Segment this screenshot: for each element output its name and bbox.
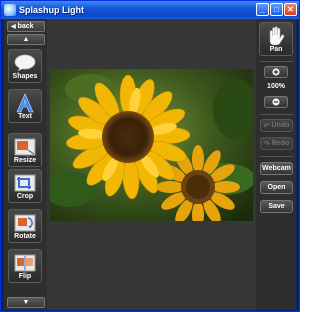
arrow-left-icon: ◀ — [11, 24, 16, 30]
divider — [260, 61, 293, 62]
flip-label: Flip — [18, 273, 32, 280]
flip-tool-button[interactable]: Flip — [8, 249, 42, 283]
tool-sidebar: ◀ back ▲ Shapes Text Resize Crop Rotate … — [4, 19, 47, 310]
divider — [260, 156, 293, 157]
editing-canvas[interactable] — [47, 19, 256, 310]
plus-circle-icon — [272, 68, 280, 76]
divider — [260, 114, 293, 115]
maximize-button[interactable]: □ — [270, 3, 283, 16]
app-client-area: ◀ back ▲ Shapes Text Resize Crop Rotate … — [4, 19, 296, 310]
sunflower-photo[interactable] — [50, 69, 253, 221]
zoom-level: 100% — [267, 83, 285, 90]
redo-button[interactable]: ↷ Redo — [260, 137, 293, 150]
resize-icon — [14, 138, 36, 156]
rotate-icon — [14, 214, 36, 232]
scroll-down-button[interactable]: ▼ — [7, 297, 45, 308]
open-label: Open — [267, 184, 286, 191]
undo-icon: ↶ — [263, 122, 270, 130]
text-tool-button[interactable]: Text — [8, 89, 42, 123]
rotate-tool-button[interactable]: Rotate — [8, 209, 42, 243]
save-button[interactable]: Save — [260, 200, 293, 213]
crop-label: Crop — [16, 193, 34, 200]
back-label: back — [17, 23, 34, 30]
webcam-label: Webcam — [262, 165, 291, 172]
right-panel: Pan 100% ↶ Undo ↷ Redo Webcam Open Save — [256, 19, 296, 310]
resize-label: Resize — [13, 157, 37, 164]
crop-icon — [14, 174, 36, 192]
resize-tool-button[interactable]: Resize — [8, 133, 42, 167]
minimize-button[interactable]: _ — [256, 3, 269, 16]
undo-label: Undo — [271, 122, 290, 129]
back-button[interactable]: ◀ back — [7, 21, 45, 32]
save-label: Save — [268, 203, 285, 210]
close-button[interactable]: ✕ — [284, 3, 297, 16]
arrow-down-icon: ▼ — [22, 299, 30, 306]
open-button[interactable]: Open — [260, 181, 293, 194]
speech-bubble-icon — [14, 54, 36, 72]
app-window: Splashup Light _ □ ✕ ◀ back ▲ Shapes Tex… — [0, 0, 300, 312]
hand-icon — [269, 26, 285, 46]
minus-circle-icon — [272, 98, 280, 106]
arrow-up-icon: ▲ — [22, 36, 30, 43]
zoom-out-button[interactable] — [264, 96, 288, 108]
title-bar[interactable]: Splashup Light _ □ ✕ — [1, 1, 299, 19]
scroll-up-button[interactable]: ▲ — [7, 34, 45, 45]
text-label: Text — [18, 113, 32, 120]
shapes-tool-button[interactable]: Shapes — [8, 49, 42, 83]
pan-tool-button[interactable]: Pan — [259, 22, 293, 56]
redo-label: Redo — [271, 140, 290, 147]
pan-label: Pan — [269, 46, 283, 53]
zoom-in-button[interactable] — [264, 66, 288, 78]
redo-icon: ↷ — [263, 140, 270, 148]
crop-tool-button[interactable]: Crop — [8, 169, 42, 203]
app-icon — [4, 4, 16, 16]
rotate-label: Rotate — [14, 233, 36, 240]
window-title: Splashup Light — [19, 5, 84, 15]
letter-a-icon — [14, 93, 36, 113]
undo-button[interactable]: ↶ Undo — [260, 119, 293, 132]
webcam-button[interactable]: Webcam — [260, 162, 293, 175]
shapes-label: Shapes — [12, 73, 38, 80]
flip-icon — [14, 254, 36, 272]
